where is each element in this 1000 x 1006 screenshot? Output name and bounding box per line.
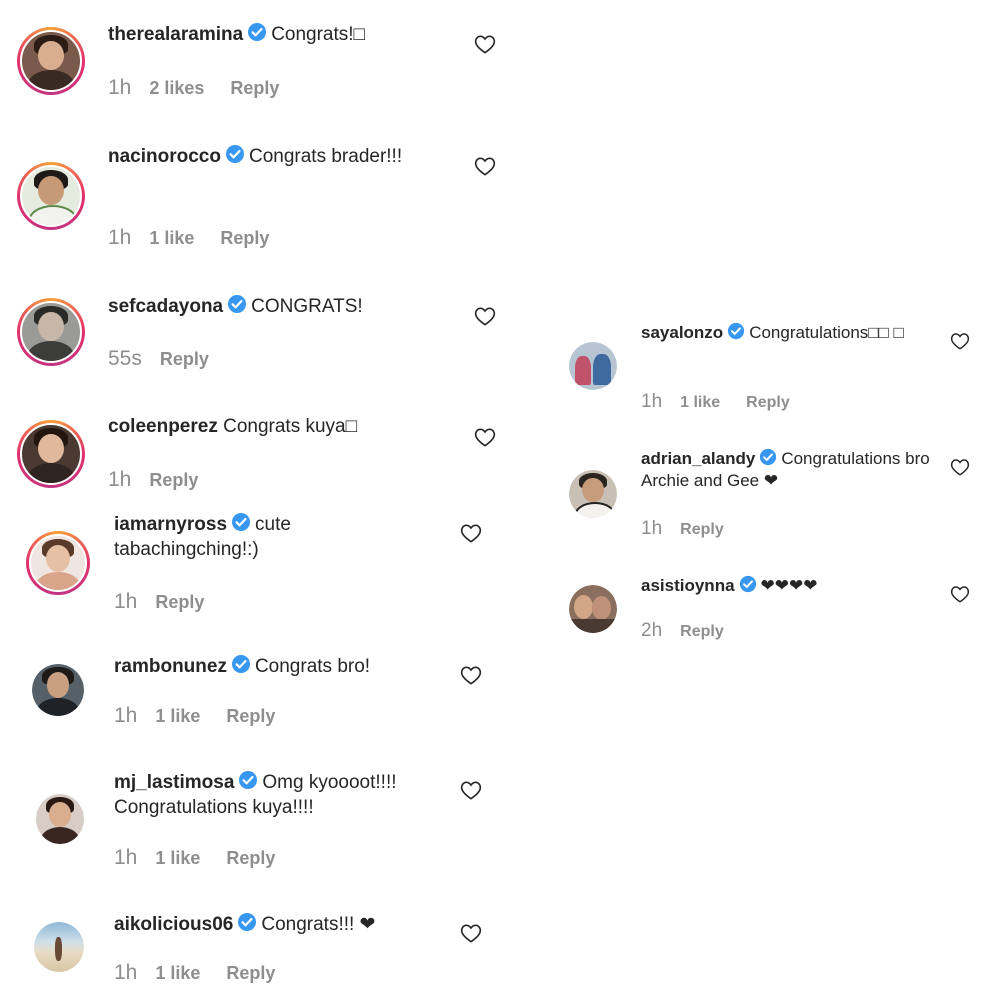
heart-outline-icon[interactable] [474, 34, 496, 54]
comment-text: Congrats bro! [254, 656, 371, 677]
comment-username[interactable]: coleenperez [108, 416, 218, 437]
verified-badge-icon [238, 770, 258, 790]
comment-username[interactable]: asistioynna [641, 576, 735, 595]
heart-outline-icon[interactable] [474, 306, 496, 326]
heart-outline-icon[interactable] [460, 780, 482, 800]
heart-outline-icon[interactable] [474, 156, 496, 176]
comment-username[interactable]: iamarnyross [114, 514, 227, 535]
comment-text: Congrats!!! ❤ [261, 914, 376, 935]
comment-time: 1h [641, 518, 663, 539]
verified-badge-icon [247, 22, 267, 42]
comment-text: Congrats kuya□ [223, 416, 358, 437]
comment-text: CONGRATS! [251, 296, 363, 317]
reply-button[interactable]: Reply [226, 963, 275, 983]
reply-button[interactable]: Reply [155, 592, 204, 612]
heart-outline-icon[interactable] [460, 923, 482, 943]
avatar[interactable] [17, 298, 85, 366]
avatar[interactable] [569, 585, 617, 633]
comment-time: 55s [108, 347, 142, 370]
comment-text: ❤❤❤❤ [760, 576, 818, 595]
reply-button[interactable]: Reply [149, 470, 198, 490]
reply-button[interactable]: Reply [220, 228, 269, 248]
avatar[interactable] [569, 342, 617, 390]
heart-outline-icon[interactable] [950, 585, 970, 603]
comment-time: 1h [114, 846, 138, 869]
comment-likes[interactable]: 1 like [149, 228, 194, 248]
verified-badge-icon [759, 448, 777, 466]
comment-likes[interactable]: 1 like [155, 963, 200, 983]
avatar[interactable] [26, 531, 90, 595]
reply-button[interactable]: Reply [680, 623, 724, 640]
comment-time: 1h [641, 391, 663, 412]
comment-username[interactable]: rambonunez [114, 656, 227, 677]
comment-time: 1h [114, 704, 138, 727]
comment-text: Congrats brader!!! [248, 146, 403, 167]
comment-username[interactable]: aikolicious06 [114, 914, 233, 935]
comment-time: 1h [108, 226, 132, 249]
reply-button[interactable]: Reply [226, 848, 275, 868]
reply-button[interactable]: Reply [230, 78, 279, 98]
comment-text: Congrats!□ [271, 24, 366, 45]
avatar[interactable] [34, 922, 84, 972]
heart-outline-icon[interactable] [950, 458, 970, 476]
avatar[interactable] [36, 794, 84, 844]
comment-likes[interactable]: 1 like [680, 394, 720, 411]
comment-username[interactable]: sayalonzo [641, 323, 723, 342]
avatar[interactable] [17, 162, 85, 230]
verified-badge-icon [739, 575, 757, 593]
comment-likes[interactable]: 1 like [155, 706, 200, 726]
verified-badge-icon [231, 654, 251, 674]
comment-username[interactable]: nacinorocco [108, 146, 221, 167]
heart-outline-icon[interactable] [950, 332, 970, 350]
comment-username[interactable]: mj_lastimosa [114, 772, 234, 793]
comment-time: 1h [108, 76, 132, 99]
comment-item: therealaramina Congrats!□ 1h 2 likes Reply [0, 0, 520, 120]
comment-likes[interactable]: 1 like [155, 848, 200, 868]
verified-badge-icon [231, 512, 251, 532]
heart-outline-icon[interactable] [460, 523, 482, 543]
verified-badge-icon [227, 294, 247, 314]
comment-username[interactable]: adrian_alandy [641, 449, 755, 468]
avatar[interactable] [17, 420, 85, 488]
comment-time: 2h [641, 620, 663, 641]
comment-time: 1h [114, 961, 138, 984]
comment-likes[interactable]: 2 likes [149, 78, 204, 98]
avatar[interactable] [569, 470, 617, 518]
comment-time: 1h [114, 590, 138, 613]
verified-badge-icon [237, 912, 257, 932]
verified-badge-icon [727, 322, 745, 340]
comment-text: Congratulations□□ □ [749, 323, 904, 342]
avatar[interactable] [17, 27, 85, 95]
comment-time: 1h [108, 468, 132, 491]
comment-username[interactable]: therealaramina [108, 24, 243, 45]
avatar[interactable] [32, 664, 84, 716]
reply-button[interactable]: Reply [680, 521, 724, 538]
reply-button[interactable]: Reply [160, 349, 209, 369]
reply-button[interactable]: Reply [746, 394, 790, 411]
reply-button[interactable]: Reply [226, 706, 275, 726]
comment-username[interactable]: sefcadayona [108, 296, 223, 317]
heart-outline-icon[interactable] [460, 665, 482, 685]
verified-badge-icon [225, 144, 245, 164]
heart-outline-icon[interactable] [474, 427, 496, 447]
